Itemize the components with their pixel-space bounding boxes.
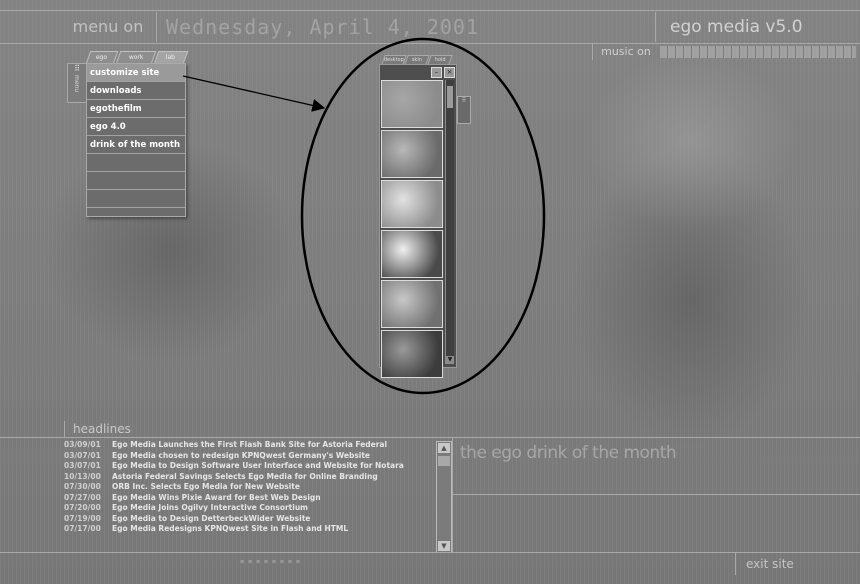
headline-text: Ego Media chosen to redesign KPNQwest Ge… [112, 450, 371, 460]
headline-item[interactable]: 03/09/01 Ego Media Launches the First Fla… [64, 440, 432, 451]
headline-text: Ego Media to Design DetterbeckWider Webs… [112, 513, 311, 523]
scroll-up-icon[interactable]: ▲ [438, 443, 450, 453]
viewer-handle[interactable]: ⠿ [457, 96, 471, 124]
thumb-dark[interactable] [381, 330, 443, 378]
headline-item[interactable]: 07/17/00 Ego Media Redesigns KPNQwest Sit… [64, 524, 432, 535]
headlines-list: 03/09/01 Ego Media Launches the First Fla… [64, 440, 432, 552]
exit-site-button[interactable]: exit site [735, 553, 860, 575]
menu-panel-handle[interactable]: ⠿ menu [67, 63, 87, 103]
music-on-button[interactable]: music on [592, 44, 659, 60]
headline-item[interactable]: 03/07/01 Ego Media to Design Software Use… [64, 461, 432, 472]
headline-text: Astoria Federal Savings Selects Ego Medi… [112, 471, 378, 481]
drag-grip-icon: ⠿ [461, 97, 467, 104]
headline-item[interactable]: 07/19/00 Ego Media to Design DetterbeckWi… [64, 514, 432, 525]
headlines-scrollbar[interactable]: ▲ ▼ [436, 441, 452, 553]
brand-title: ego media v5.0 [655, 12, 860, 42]
thumbnail-list [381, 80, 443, 380]
scroll-thumb[interactable] [438, 456, 450, 466]
headline-date: 03/09/01 [64, 440, 101, 449]
headline-date: 07/30/00 [64, 482, 101, 491]
headline-date: 07/17/00 [64, 524, 101, 533]
menu-item-ego-4[interactable]: ego 4.0 [87, 118, 185, 136]
menu-item-egothefilm[interactable]: egothefilm [87, 100, 185, 118]
minimize-icon[interactable]: – [431, 67, 442, 78]
headline-text: Ego Media Launches the First Flash Bank … [112, 440, 388, 449]
headlines-label: headlines [64, 421, 168, 437]
thumb-curve[interactable] [381, 230, 443, 278]
headline-text: Ego Media Redesigns KPNQwest Site in Fla… [112, 524, 349, 533]
headline-text: Ego Media Joins Ogilvy Interactive Conso… [112, 503, 308, 512]
headline-item[interactable]: 07/20/00 Ego Media Joins Ogilvy Interacti… [64, 503, 432, 514]
thumb-circles[interactable] [381, 130, 443, 178]
menu-item-downloads[interactable]: downloads [87, 82, 185, 100]
thumb-dots[interactable] [381, 180, 443, 228]
footer-decoration: ▪ ▪ ▪ ▪ ▪ ▪ ▪ ▪ [240, 558, 301, 565]
divider [0, 552, 860, 553]
thumb-blank[interactable] [381, 80, 443, 128]
headline-date: 03/07/01 [64, 461, 101, 470]
headline-date: 07/27/00 [64, 492, 101, 502]
headline-date: 07/20/00 [64, 503, 101, 512]
menu-item-empty [87, 190, 185, 208]
drag-grip-icon: ⠿ [74, 64, 80, 73]
menu-item-customize-site[interactable]: customize site [87, 64, 185, 82]
menu-side-label: menu [73, 75, 80, 93]
headline-date: 07/19/00 [64, 513, 101, 523]
close-icon[interactable]: × [444, 67, 455, 78]
drink-of-month-title: the ego drink of the month [460, 443, 677, 463]
headline-item[interactable]: 07/30/00 ORB Inc. Selects Ego Media for N… [64, 482, 432, 493]
headline-text: ORB Inc. Selects Ego Media for New Websi… [112, 482, 300, 491]
scroll-down-icon[interactable]: ▼ [446, 356, 454, 364]
divider [452, 494, 860, 495]
headline-date: 10/13/00 [64, 471, 101, 481]
menu-item-drink-of-the-month[interactable]: drink of the month [87, 136, 185, 154]
menu-item-empty [87, 154, 185, 172]
menu-panel: customize site downloads egothefilm ego … [86, 63, 186, 217]
scroll-down-icon[interactable]: ▼ [438, 541, 450, 551]
headline-text: Ego Media Wins Pixie Award for Best Web … [112, 492, 321, 502]
menu-on-button[interactable]: menu on [60, 12, 157, 42]
headline-item[interactable]: 10/13/00 Astoria Federal Savings Selects … [64, 472, 432, 483]
date-display: Wednesday, April 4, 2001 [166, 15, 479, 39]
viewer-scrollbar[interactable]: ▼ [445, 80, 454, 364]
thumb-figure[interactable] [381, 280, 443, 328]
headline-date: 03/07/01 [64, 450, 101, 460]
music-level-bar[interactable] [660, 46, 856, 58]
headline-item[interactable]: 07/27/00 Ego Media Wins Pixie Award for B… [64, 493, 432, 504]
headline-text: Ego Media to Design Software User Interf… [112, 461, 404, 470]
headline-item[interactable]: 03/07/01 Ego Media chosen to redesign KPN… [64, 451, 432, 462]
scroll-thumb[interactable] [447, 86, 453, 108]
divider [0, 437, 860, 438]
menu-item-empty [87, 172, 185, 190]
